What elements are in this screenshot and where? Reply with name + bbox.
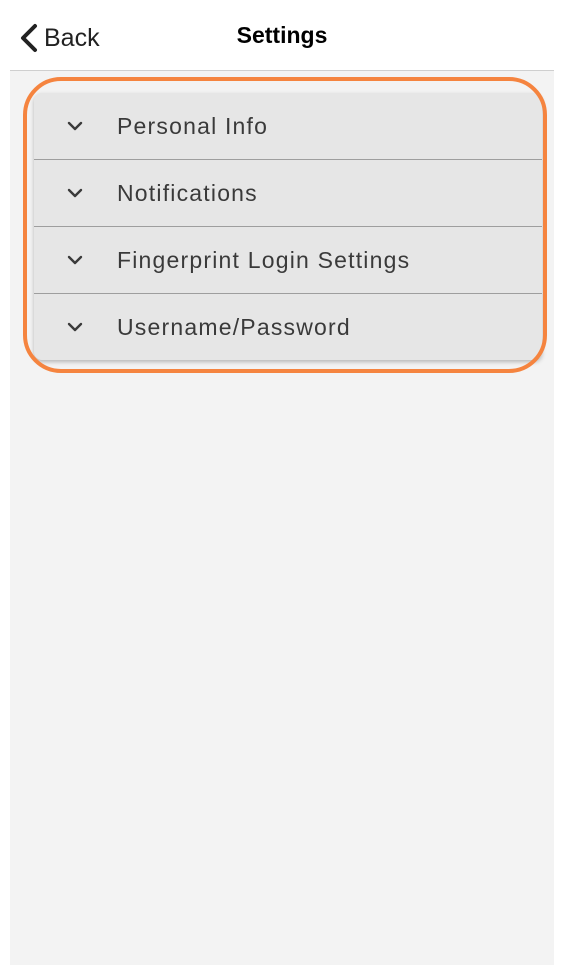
accordion-item-notifications[interactable]: Notifications (34, 160, 542, 227)
settings-screen: Back Settings Personal Info Notification… (10, 8, 554, 965)
accordion-item-label: Personal Info (117, 112, 269, 139)
accordion-item-label: Notifications (117, 179, 258, 206)
settings-accordion: Personal Info Notifications Fingerprint … (34, 93, 542, 360)
chevron-down-icon (66, 119, 84, 133)
page-title: Settings (236, 22, 328, 48)
chevron-down-icon (66, 186, 84, 200)
accordion-item-username-password[interactable]: Username/Password (34, 294, 542, 360)
chevron-down-icon (66, 253, 84, 267)
header-bar: Back Settings (10, 8, 554, 71)
accordion-item-fingerprint-login[interactable]: Fingerprint Login Settings (34, 227, 542, 294)
accordion-item-label: Fingerprint Login Settings (117, 246, 411, 273)
chevron-down-icon (66, 320, 84, 334)
accordion-item-personal-info[interactable]: Personal Info (34, 93, 542, 160)
accordion-item-label: Username/Password (117, 313, 351, 340)
